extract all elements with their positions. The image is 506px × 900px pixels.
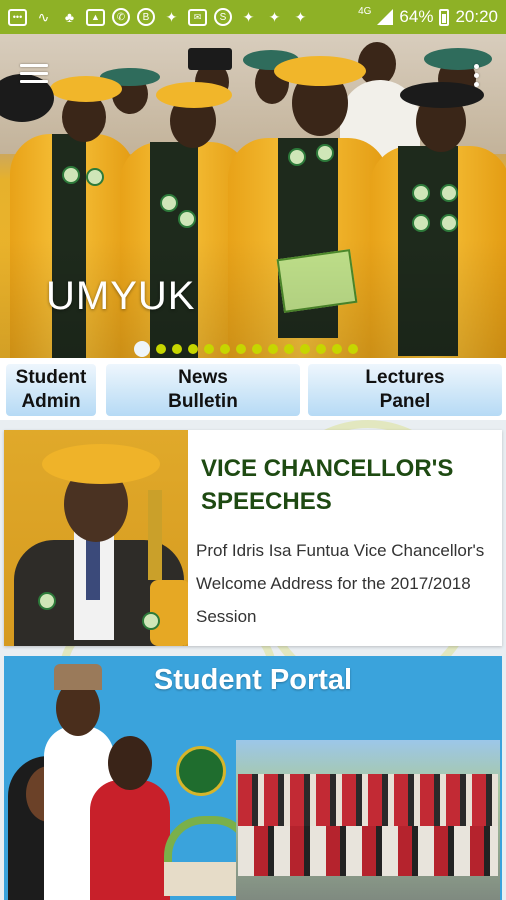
- carousel-dot[interactable]: [134, 341, 150, 357]
- carousel-dot[interactable]: [204, 344, 214, 354]
- vc-card-title: VICE CHANCELLOR'S SPEECHES: [201, 455, 454, 515]
- lectures-panel-button[interactable]: Lectures Panel: [308, 364, 502, 416]
- twitter-icon: ✦: [165, 8, 178, 25]
- carousel-dot[interactable]: [268, 344, 278, 354]
- mail-icon: ✉: [188, 8, 207, 26]
- twitter-icon: ✦: [242, 8, 255, 25]
- notification-icons: ••• ∿ ♣ ▲ ✆ B ✦ ✉ S ✦ ✦ ✦: [8, 8, 310, 26]
- lectures-panel-label-2: Panel: [379, 391, 431, 412]
- network-type: 4G: [358, 5, 372, 17]
- carousel-dot[interactable]: [172, 344, 182, 354]
- student-admin-label-1: Student: [15, 367, 87, 388]
- student-portal-banner[interactable]: Student Portal: [4, 656, 502, 900]
- quick-nav: Student Admin News Bulletin Lectures Pan…: [0, 358, 506, 420]
- message-icon: •••: [8, 8, 27, 26]
- news-bulletin-label-1: News: [178, 367, 228, 388]
- carousel-dot[interactable]: [348, 344, 358, 354]
- status-bar: ••• ∿ ♣ ▲ ✆ B ✦ ✉ S ✦ ✦ ✦ 4G 64% 20:20: [0, 0, 506, 34]
- carousel-dot[interactable]: [156, 344, 166, 354]
- signal-icon: [377, 9, 394, 25]
- student-admin-label-2: Admin: [21, 391, 81, 412]
- news-bulletin-button[interactable]: News Bulletin: [106, 364, 300, 416]
- student-admin-button[interactable]: Student Admin: [6, 364, 96, 416]
- whatsapp-icon: ✆: [112, 8, 130, 26]
- carousel-dot[interactable]: [236, 344, 246, 354]
- battery-percent: 64%: [399, 7, 434, 26]
- clock: 20:20: [455, 7, 498, 26]
- image-icon: ▲: [86, 8, 105, 26]
- carousel-dot[interactable]: [284, 344, 294, 354]
- carousel-dot[interactable]: [188, 344, 198, 354]
- trend-icon: ∿: [37, 8, 50, 25]
- status-right: 4G 64% 20:20: [358, 5, 498, 27]
- vc-photo: [4, 430, 188, 646]
- carousel-dot[interactable]: [316, 344, 326, 354]
- carousel-dot[interactable]: [220, 344, 230, 354]
- vc-speeches-card[interactable]: VICE CHANCELLOR'S SPEECHES Prof Idris Is…: [4, 430, 502, 646]
- menu-icon[interactable]: [20, 64, 48, 88]
- battery-icon: [439, 8, 450, 26]
- vc-card-description: Prof Idris Isa Funtua Vice Chancellor's …: [196, 541, 485, 626]
- hero-carousel[interactable]: UMYUK: [0, 34, 506, 358]
- twitter-icon: ✦: [268, 8, 281, 25]
- news-bulletin-label-2: Bulletin: [168, 391, 238, 412]
- more-options-icon[interactable]: [472, 64, 480, 90]
- carousel-dot[interactable]: [332, 344, 342, 354]
- lectures-panel-label-1: Lectures: [365, 367, 445, 388]
- carousel-indicator[interactable]: [134, 341, 358, 357]
- bitcoin-icon: B: [137, 8, 155, 26]
- s-coin-icon: S: [214, 8, 232, 26]
- carousel-dot[interactable]: [300, 344, 310, 354]
- snapchat-icon: ♣: [64, 9, 75, 25]
- twitter-icon: ✦: [294, 8, 307, 25]
- hero-title: UMYUK: [46, 274, 196, 318]
- carousel-dot[interactable]: [252, 344, 262, 354]
